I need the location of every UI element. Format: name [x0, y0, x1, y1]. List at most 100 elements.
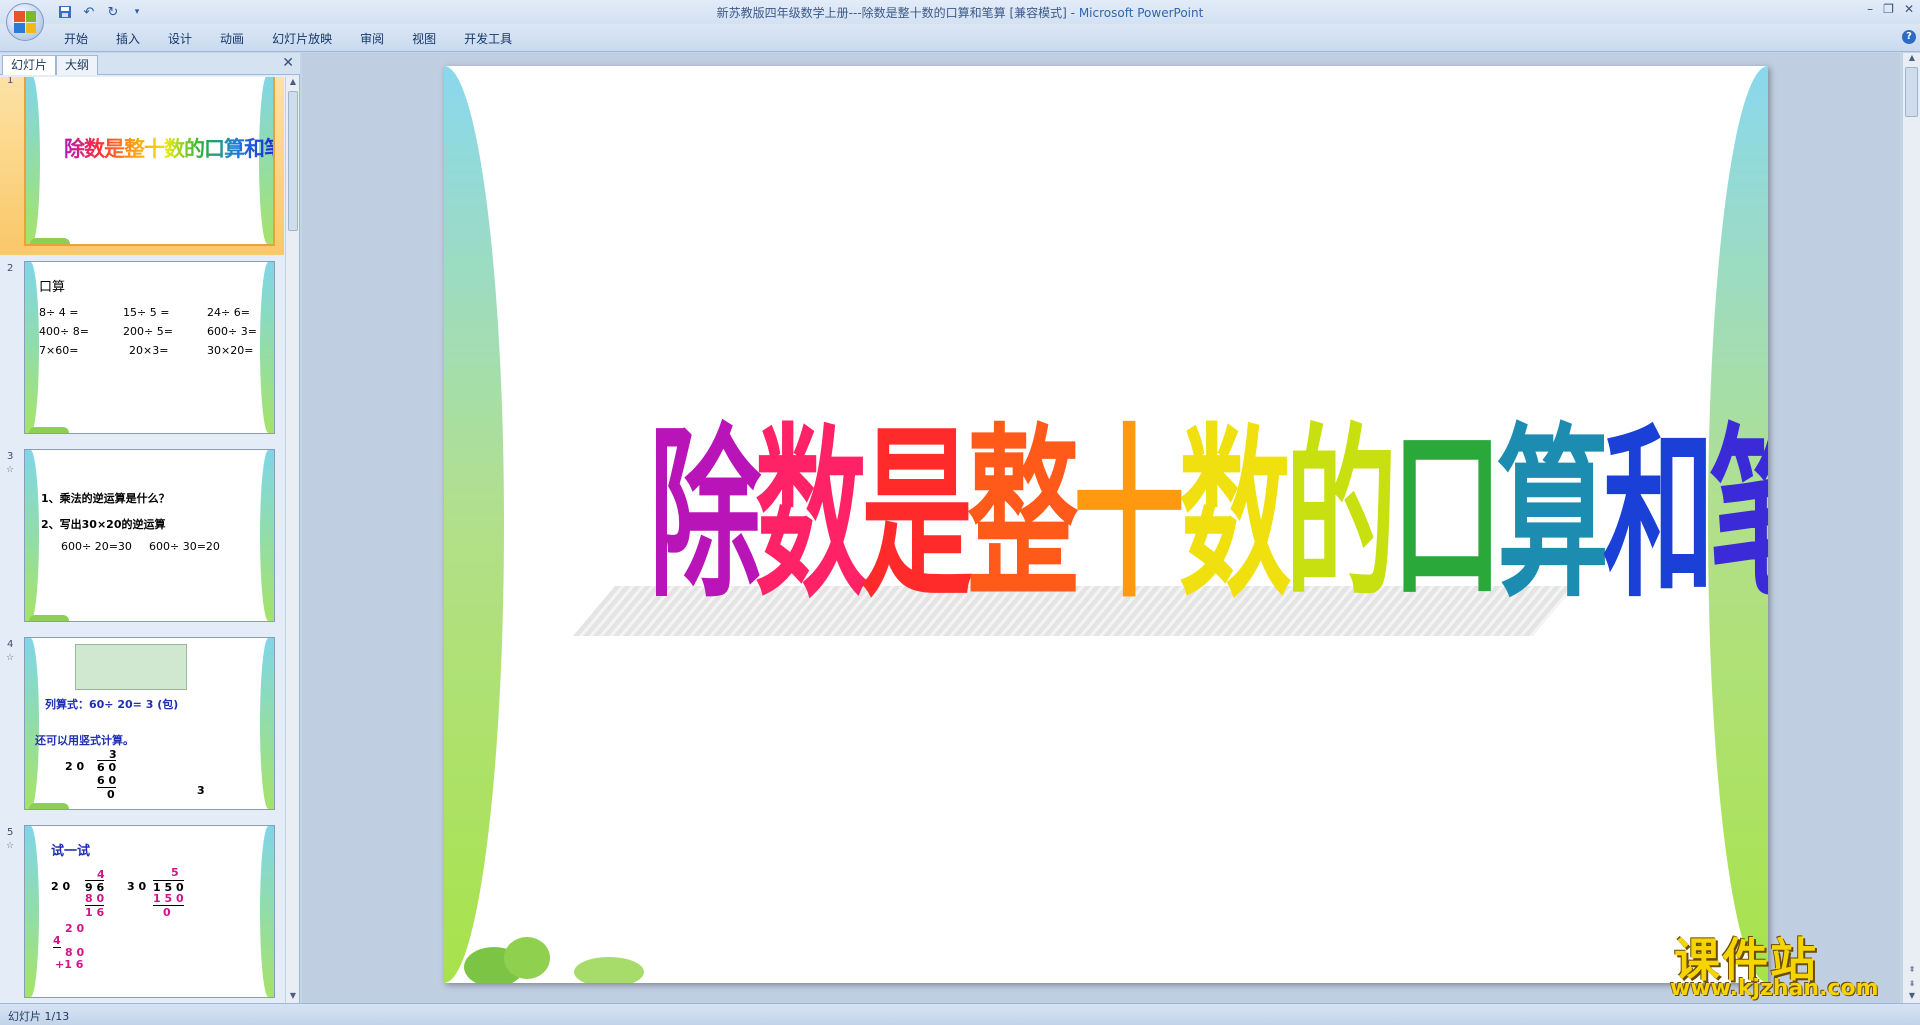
thumb-text: 30×20= — [207, 344, 254, 357]
kjzhan-watermark: 课件站 www.kjzhan.com — [1668, 924, 1908, 1004]
slide-thumbnail-4[interactable]: 4 ☆ 列算式：60÷ 20= 3 (包) 还可以用竖式计算。 3 2 0 6 … — [0, 633, 284, 819]
thumb-text: 2 0 — [65, 922, 85, 935]
tab-insert[interactable]: 插入 — [102, 30, 154, 48]
thumb-text: 8÷ 4 = — [39, 306, 79, 319]
tab-review[interactable]: 审阅 — [346, 30, 398, 48]
thumb-text: 600÷ 30=20 — [149, 540, 220, 553]
thumb-text: 8 0 — [85, 892, 105, 906]
slide-thumbnail-1[interactable]: 1 除数是整十数的口算和笔算 — [0, 77, 284, 255]
slide-preview[interactable]: 口算 8÷ 4 = 15÷ 5 = 24÷ 6= 400÷ 8= 200÷ 5=… — [24, 261, 275, 434]
current-slide[interactable]: 除数是整十数的口算和笔算 — [444, 66, 1768, 983]
tab-home[interactable]: 开始 — [50, 30, 102, 48]
slide-preview[interactable]: 除数是整十数的口算和笔算 — [24, 77, 275, 246]
curtain-left — [25, 826, 39, 997]
title-char: 笔 — [1709, 366, 1768, 633]
grass-decoration — [29, 803, 69, 809]
window-controls: – ❐ ✕ — [1867, 2, 1914, 16]
slide-counter: 幻灯片 1/13 — [8, 1010, 70, 1023]
curtain-left — [444, 66, 504, 983]
slide-thumbnails: 1 除数是整十数的口算和笔算 2 口算 8÷ 4 = 15÷ 5 = 24÷ 6… — [0, 77, 284, 1003]
slide-title[interactable]: 除数是整十数的口算和笔算 — [649, 366, 1768, 633]
close-panel-icon[interactable]: ✕ — [282, 55, 294, 71]
restore-icon[interactable]: ❐ — [1883, 2, 1894, 16]
thumb-heading: 试一试 — [51, 844, 91, 859]
thumb-text: 6 0 — [97, 774, 117, 788]
close-icon[interactable]: ✕ — [1904, 2, 1914, 16]
tab-developer[interactable]: 开发工具 — [450, 30, 526, 48]
thumb-text: 2 0 — [65, 760, 85, 773]
thumb-text: 5 — [171, 866, 179, 879]
grass-decoration — [454, 933, 694, 983]
curtain-right — [260, 826, 274, 997]
thumb-text: 200÷ 5= — [123, 325, 173, 338]
scroll-up-icon[interactable]: ▲ — [286, 77, 300, 89]
thumbnails-scrollbar[interactable]: ▲ ▼ — [285, 77, 299, 1003]
thumb-text: 7×60= — [39, 344, 79, 357]
curtain-left — [26, 77, 40, 244]
title-char: 整 — [967, 408, 1079, 624]
title-char: 数 — [755, 408, 867, 624]
title-char: 除 — [649, 408, 761, 624]
app-name: Microsoft PowerPoint — [1078, 6, 1204, 20]
thumb-heading: 口算 — [39, 280, 66, 295]
watermark-url: www.kjzhan.com — [1670, 976, 1879, 1001]
slide-editing-area: 除数是整十数的口算和笔算 — [302, 53, 1900, 1003]
tab-design[interactable]: 设计 — [154, 30, 206, 48]
thumb-text: 1 5 0 — [153, 892, 184, 906]
tab-view[interactable]: 视图 — [398, 30, 450, 48]
grass-decoration — [29, 427, 69, 433]
title-char: 是 — [861, 408, 973, 624]
title-char: 和 — [1603, 408, 1715, 624]
help-icon[interactable]: ? — [1902, 30, 1916, 44]
slides-panel: 幻灯片 大纲 ✕ 1 除数是整十数的口算和笔算 2 口算 8÷ 4 = 15÷ — [0, 53, 300, 1003]
status-bar: 幻灯片 1/13 — [0, 1003, 1920, 1025]
grass-decoration — [29, 615, 69, 621]
scroll-up-icon[interactable]: ▲ — [1903, 53, 1920, 65]
bush-decoration — [574, 957, 644, 983]
tab-animations[interactable]: 动画 — [206, 30, 258, 48]
curtain-right — [260, 638, 274, 809]
curtain-left — [25, 262, 39, 433]
bush-decoration — [504, 937, 550, 979]
ribbon-tabs: 开始 插入 设计 动画 幻灯片放映 审阅 视图 开发工具 — [50, 30, 526, 48]
thumb-text: 4 — [53, 934, 61, 948]
thumb-text: 3 — [197, 784, 205, 797]
title-char: 十 — [1073, 408, 1185, 624]
tab-outline[interactable]: 大纲 — [56, 55, 99, 75]
thumb-text: 20×3= — [129, 344, 169, 357]
thumb-text: 0 — [107, 788, 115, 801]
slide-number: 4 — [7, 639, 14, 650]
thumb-text: 15÷ 5 = — [123, 306, 170, 319]
slide-thumbnail-5[interactable]: 5 ☆ 试一试 4 2 0 9 6 8 0 1 6 5 3 0 1 5 0 1 … — [0, 821, 284, 1003]
office-button[interactable] — [6, 3, 44, 41]
slide-thumbnail-2[interactable]: 2 口算 8÷ 4 = 15÷ 5 = 24÷ 6= 400÷ 8= 200÷ … — [0, 257, 284, 443]
grass-decoration — [30, 238, 70, 244]
thumb-text: 1 6 — [85, 906, 105, 919]
title-char: 算 — [1497, 408, 1609, 624]
thumb-text: 600÷ 20=30 — [61, 540, 132, 553]
scroll-down-icon[interactable]: ▼ — [286, 991, 300, 1003]
thumb-text: 2 0 — [51, 880, 71, 893]
thumb-text: 0 — [163, 906, 171, 919]
curtain-left — [25, 450, 39, 621]
tab-slides[interactable]: 幻灯片 — [2, 55, 57, 75]
scrollbar-thumb[interactable] — [1905, 67, 1918, 117]
thumb-text: 1、乘法的逆运算是什么？ — [41, 492, 170, 505]
thumb-text: 列算式：60÷ 20= 3 (包) — [45, 698, 179, 711]
slide-thumbnail-3[interactable]: 3 ☆ 1、乘法的逆运算是什么？ 2、写出30×20的逆运算 600÷ 20=3… — [0, 445, 284, 631]
slide-number: 1 — [7, 77, 14, 86]
slide-number: 3 — [7, 451, 14, 462]
tab-slideshow[interactable]: 幻灯片放映 — [258, 30, 346, 48]
minimize-icon[interactable]: – — [1867, 2, 1873, 16]
slide-scrollbar[interactable]: ▲ ⇞ ⇟ ▼ — [1902, 53, 1920, 1003]
curtain-right — [260, 262, 274, 433]
scrollbar-thumb[interactable] — [288, 91, 298, 231]
document-title: 新苏教版四年级数学上册---除数是整十数的口算和笔算 [兼容模式] - — [716, 6, 1079, 20]
ribbon-tab-row: 开始 插入 设计 动画 幻灯片放映 审阅 视图 开发工具 ? — [0, 24, 1920, 52]
slide-preview[interactable]: 列算式：60÷ 20= 3 (包) 还可以用竖式计算。 3 2 0 6 0 6 … — [24, 637, 275, 810]
thumb-text: 6 0 — [97, 760, 117, 774]
panel-tabs: 幻灯片 大纲 ✕ — [0, 53, 300, 75]
thumb-text: 3 0 — [127, 880, 147, 893]
slide-preview[interactable]: 试一试 4 2 0 9 6 8 0 1 6 5 3 0 1 5 0 1 5 0 … — [24, 825, 275, 998]
slide-preview[interactable]: 1、乘法的逆运算是什么？ 2、写出30×20的逆运算 600÷ 20=30 60… — [24, 449, 275, 622]
